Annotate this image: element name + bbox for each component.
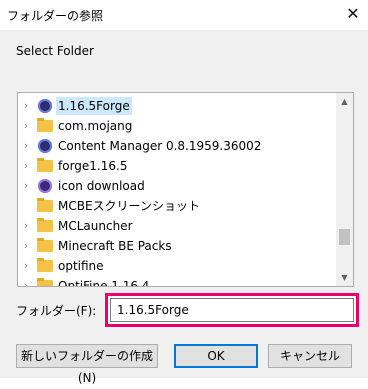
close-icon[interactable]: ✕ (343, 4, 363, 24)
new-folder-button[interactable]: 新しいフォルダーの作成(N) (16, 344, 158, 385)
chevron-right-icon[interactable]: › (21, 220, 31, 232)
dialog-prompt: Select Folder (16, 44, 94, 58)
tree-item-mclauncher[interactable]: › MCLauncher (18, 216, 336, 236)
cancel-button[interactable]: キャンセル (268, 344, 352, 368)
tree-item-optifine-1-16-4[interactable]: › OptiFine 1.16.4 (18, 276, 336, 287)
tree-item-label: MCLauncher (58, 219, 133, 233)
chevron-right-icon[interactable]: › (21, 160, 31, 172)
ok-button[interactable]: OK (174, 344, 258, 368)
scroll-thumb[interactable] (339, 229, 350, 245)
tree-item-forge1-16-5[interactable]: › forge1.16.5 (18, 156, 336, 176)
tree-item-com-mojang[interactable]: › com.mojang (18, 116, 336, 136)
folder-icon (37, 158, 53, 172)
folder-field-label: フォルダー(F): (16, 304, 97, 318)
tree-item-label: Minecraft BE Packs (58, 239, 172, 253)
tree-item-label: Content Manager 0.8.1959.36002 (58, 139, 262, 153)
folder-icon (37, 258, 53, 272)
tree-item-label: icon download (58, 179, 145, 193)
app-icon (38, 179, 52, 193)
tree-item-label: OptiFine 1.16.4 (58, 279, 150, 287)
highlight-box (105, 293, 359, 327)
folder-tree[interactable]: › 1.16.5Forge › com.mojang › Content Man… (17, 92, 354, 287)
scroll-up-arrow-icon[interactable]: ▲ (336, 93, 353, 110)
tree-item-label: com.mojang (58, 119, 133, 133)
folder-icon (37, 198, 53, 212)
app-icon (38, 139, 52, 153)
window-title: フォルダーの参照 (7, 9, 104, 23)
chevron-right-icon[interactable]: › (21, 100, 31, 112)
vertical-scrollbar[interactable]: ▲ ▼ (336, 93, 353, 286)
chevron-right-icon[interactable]: › (21, 240, 31, 252)
folder-icon (37, 218, 53, 232)
tree-item-content-manager[interactable]: › Content Manager 0.8.1959.36002 (18, 136, 336, 156)
chevron-right-icon[interactable]: › (21, 180, 31, 192)
chevron-right-icon[interactable]: › (21, 280, 31, 287)
tree-item-label: optifine (58, 259, 104, 273)
title-bar: フォルダーの参照 ✕ (0, 0, 368, 30)
folder-icon (37, 278, 53, 286)
app-icon (38, 99, 52, 113)
scroll-down-arrow-icon[interactable]: ▼ (336, 269, 353, 286)
tree-item-label: forge1.16.5 (58, 159, 128, 173)
tree-item-label: MCBEスクリーンショット (58, 199, 200, 213)
chevron-right-icon[interactable]: › (21, 140, 31, 152)
tree-item-minecraft-be-packs[interactable]: › Minecraft BE Packs (18, 236, 336, 256)
chevron-right-icon[interactable]: › (21, 120, 31, 132)
tree-item-1-16-5forge[interactable]: › 1.16.5Forge (18, 96, 336, 116)
chevron-right-icon[interactable]: › (21, 260, 31, 272)
tree-item-label: 1.16.5Forge (56, 97, 132, 115)
tree-item-mcbe-screenshot[interactable]: MCBEスクリーンショット (18, 196, 336, 216)
folder-icon (37, 238, 53, 252)
tree-item-icon-download[interactable]: › icon download (18, 176, 336, 196)
tree-item-optifine[interactable]: › optifine (18, 256, 336, 276)
folder-icon (37, 118, 53, 132)
folder-input[interactable] (110, 298, 354, 322)
